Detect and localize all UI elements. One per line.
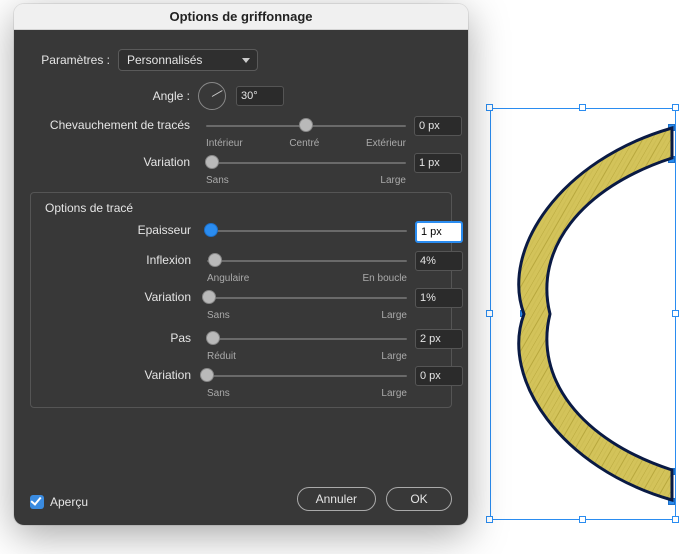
inflexion-variation-field[interactable] — [415, 288, 463, 308]
overlap-variation-ticks: Sans Large — [206, 175, 406, 186]
overlap-field[interactable] — [414, 116, 462, 136]
overlap-variation-label: Variation — [30, 153, 198, 169]
inflexion-label: Inflexion — [31, 251, 199, 267]
inflexion-ticks: Angulaire En boucle — [207, 273, 407, 284]
scribble-arc-shape — [490, 100, 680, 530]
preview-checkbox-row[interactable]: Aperçu — [30, 495, 88, 509]
params-select[interactable]: Personnalisés — [118, 49, 258, 71]
thickness-field[interactable] — [415, 221, 463, 243]
angle-dial[interactable] — [198, 82, 226, 110]
step-label: Pas — [31, 329, 199, 345]
trace-options-group: Options de tracé Epaisseur Inflexion — [30, 192, 452, 408]
step-variation-label: Variation — [31, 366, 199, 382]
step-field[interactable] — [415, 329, 463, 349]
inflexion-variation-ticks: Sans Large — [207, 310, 407, 321]
overlap-label: Chevauchement de tracés — [30, 116, 198, 132]
angle-field[interactable] — [236, 86, 284, 106]
cancel-button[interactable]: Annuler — [297, 487, 376, 511]
dialog-title: Options de griffonnage — [14, 4, 468, 30]
preview-checkbox[interactable] — [30, 495, 44, 509]
overlap-slider[interactable] — [206, 116, 406, 136]
inflexion-variation-slider[interactable] — [207, 288, 407, 308]
angle-label: Angle — [30, 89, 198, 103]
scribble-options-dialog: Options de griffonnage Paramètres Person… — [14, 4, 468, 525]
step-ticks: Réduit Large — [207, 351, 407, 362]
thickness-slider[interactable] — [207, 221, 407, 241]
step-variation-slider[interactable] — [207, 366, 407, 386]
preview-checkbox-label: Aperçu — [50, 495, 88, 509]
trace-section-title: Options de tracé — [31, 193, 451, 217]
overlap-variation-field[interactable] — [414, 153, 462, 173]
inflexion-variation-label: Variation — [31, 288, 199, 304]
overlap-variation-slider[interactable] — [206, 153, 406, 173]
overlap-tick-labels: Intérieur Centré Extérieur — [206, 138, 406, 149]
canvas-preview — [490, 100, 680, 526]
params-label: Paramètres — [30, 53, 118, 67]
thickness-label: Epaisseur — [31, 221, 199, 237]
step-variation-field[interactable] — [415, 366, 463, 386]
ok-button[interactable]: OK — [386, 487, 452, 511]
step-variation-ticks: Sans Large — [207, 388, 407, 399]
inflexion-field[interactable] — [415, 251, 463, 271]
inflexion-slider[interactable] — [207, 251, 407, 271]
step-slider[interactable] — [207, 329, 407, 349]
